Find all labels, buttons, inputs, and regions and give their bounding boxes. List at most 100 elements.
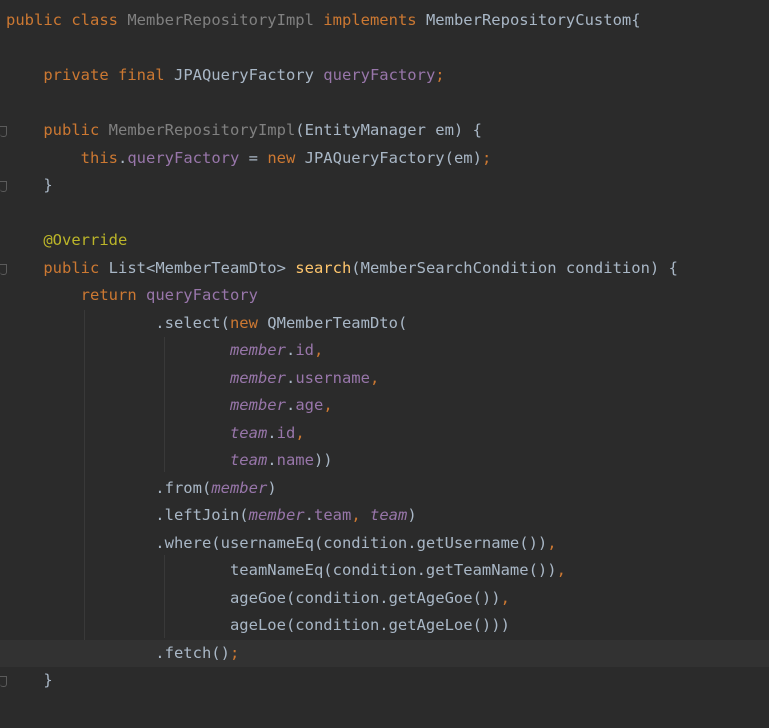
code-token: List<MemberTeamDto> [108, 258, 296, 277]
code-line[interactable]: ageGoe(condition.getAgeGoe()), [0, 585, 769, 612]
code-token: ) [407, 506, 417, 524]
code-text: public List<MemberTeamDto> search(Member… [6, 255, 678, 282]
code-text: public MemberRepositoryImpl(EntityManage… [6, 117, 482, 144]
code-token: team [229, 451, 268, 469]
code-token: , [323, 396, 333, 414]
code-line[interactable]: this.queryFactory = new JPAQueryFactory(… [0, 145, 769, 172]
code-line[interactable]: ageLoe(condition.getAgeLoe())) [0, 612, 769, 639]
code-token: team [369, 506, 408, 524]
code-token: JPAQueryFactory [173, 66, 324, 84]
code-token: public class [6, 11, 128, 29]
code-line[interactable] [0, 200, 769, 227]
code-token: . [285, 396, 296, 414]
code-token: MemberRepositoryImpl [108, 121, 296, 139]
code-token: , [547, 533, 557, 552]
code-line[interactable]: .leftJoin(member.team, team) [0, 502, 769, 529]
code-token: search [295, 258, 352, 277]
code-line[interactable]: member.id, [0, 337, 769, 364]
code-token: .from( [6, 478, 212, 497]
code-line[interactable]: team.id, [0, 420, 769, 447]
code-token: age [295, 396, 324, 414]
code-line[interactable]: public List<MemberTeamDto> search(Member… [0, 255, 769, 282]
code-token: id [276, 423, 296, 442]
code-token: , [556, 561, 566, 579]
code-token: . [285, 368, 296, 387]
code-text: teamNameEq(condition.getTeamName()), [6, 557, 566, 584]
code-text: team.id, [6, 420, 305, 447]
code-text: @Override [6, 227, 127, 254]
code-text: ageLoe(condition.getAgeLoe())) [6, 612, 510, 639]
code-text: this.queryFactory = new JPAQueryFactory(… [6, 145, 492, 172]
code-token: ageGoe(condition.getAgeGoe()) [6, 588, 501, 607]
code-token: MemberRepositoryImpl [127, 11, 324, 29]
code-token: private final [43, 66, 174, 84]
code-line[interactable]: teamNameEq(condition.getTeamName()), [0, 557, 769, 584]
code-line[interactable] [0, 695, 769, 722]
code-token: . [304, 506, 314, 524]
code-text: .fetch(); [6, 640, 239, 667]
code-line[interactable]: member.username, [0, 365, 769, 392]
code-token: teamNameEq(condition.getTeamName()) [6, 561, 557, 579]
code-text: } [6, 172, 53, 199]
code-text: .leftJoin(member.team, team) [6, 502, 417, 529]
code-line[interactable]: .where(usernameEq(condition.getUsername(… [0, 530, 769, 557]
code-line[interactable] [0, 90, 769, 117]
code-token: queryFactory [323, 66, 436, 84]
code-token: .leftJoin( [6, 506, 249, 524]
code-token: ) [267, 478, 277, 497]
code-line[interactable]: } [0, 172, 769, 199]
code-token: name [276, 451, 314, 469]
code-line[interactable]: } [0, 667, 769, 694]
code-text: .where(usernameEq(condition.getUsername(… [6, 530, 557, 557]
code-token: @Override [43, 231, 128, 249]
code-line[interactable]: .fetch(); [0, 639, 769, 667]
code-token: ageLoe(condition.getAgeLoe())) [6, 616, 510, 634]
code-token: public [43, 258, 109, 277]
code-text: .select(new QMemberTeamDto( [6, 310, 407, 337]
code-token: public [43, 121, 109, 139]
code-token: ; [229, 643, 240, 662]
code-text: member.id, [6, 337, 323, 364]
code-token: , [313, 341, 324, 359]
code-token: , [295, 423, 305, 442]
code-line[interactable]: public class MemberRepositoryImpl implem… [0, 7, 769, 34]
code-token: member [229, 396, 286, 414]
code-token: . [267, 451, 277, 469]
code-token: , [500, 588, 510, 607]
code-line[interactable]: @Override [0, 227, 769, 254]
code-token: .select( [6, 313, 230, 332]
code-line[interactable]: public MemberRepositoryImpl(EntityManage… [0, 117, 769, 144]
code-token: member [248, 506, 305, 524]
code-token: } [6, 671, 53, 689]
code-token: )) [313, 451, 333, 469]
code-token: this [80, 148, 118, 167]
code-text: return queryFactory [6, 282, 258, 309]
code-editor[interactable]: public class MemberRepositoryImpl implem… [0, 0, 769, 728]
code-token: (MemberSearchCondition condition) { [351, 258, 678, 277]
code-line[interactable]: private final JPAQueryFactory queryFacto… [0, 62, 769, 89]
code-token: queryFactory [145, 286, 258, 304]
code-token: .fetch() [6, 643, 230, 662]
code-token: } [6, 176, 53, 194]
code-token: MemberRepositoryCustom{ [425, 11, 641, 29]
code-line[interactable]: .from(member) [0, 475, 769, 502]
code-line[interactable] [0, 35, 769, 62]
code-token: id [295, 341, 314, 359]
code-line[interactable]: team.name)) [0, 447, 769, 474]
code-line[interactable]: member.age, [0, 392, 769, 419]
code-line[interactable]: return queryFactory [0, 282, 769, 309]
code-token: JPAQueryFactory(em) [304, 148, 482, 167]
code-token: team [229, 423, 268, 442]
code-token: . [285, 341, 296, 359]
code-token: , [351, 506, 370, 524]
code-text: member.age, [6, 392, 333, 419]
code-line[interactable]: .select(new QMemberTeamDto( [0, 310, 769, 337]
